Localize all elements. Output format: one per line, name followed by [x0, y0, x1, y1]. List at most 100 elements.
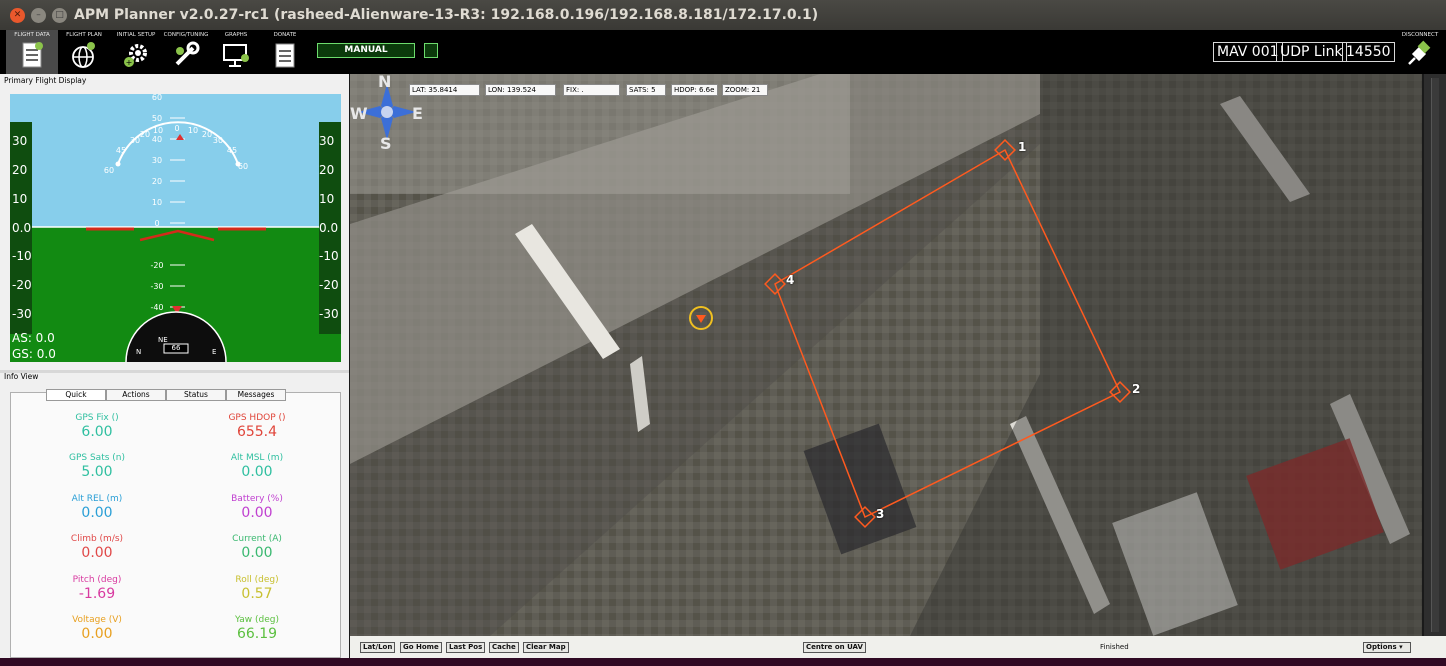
waypoint-1-label[interactable]: 1 — [1018, 140, 1026, 154]
clipboard-icon — [22, 42, 43, 68]
cell-label: Roll (deg) — [235, 575, 279, 585]
cache-button[interactable]: Cache — [489, 642, 519, 653]
info-view-panel: GPS Fix () 6.00 GPS HDOP () 655.4 GPS Sa… — [10, 392, 341, 658]
flight-plan-tab[interactable]: FLIGHT PLAN — [58, 30, 110, 74]
mav-id-box: MAV 001 — [1213, 42, 1283, 62]
wrench-icon — [175, 41, 200, 66]
tape-tick: 30 — [12, 134, 28, 148]
link-type-box: UDP Link — [1276, 42, 1347, 62]
tab-actions[interactable]: Actions — [106, 389, 166, 401]
tape-tick: -10 — [12, 249, 32, 263]
cell-value: 655.4 — [236, 424, 278, 440]
map-scrollbar[interactable] — [1424, 74, 1446, 636]
info-view-title: Info View — [4, 372, 39, 381]
disconnect-button[interactable]: DISCONNECT — [1398, 30, 1442, 74]
last-pos-button[interactable]: Last Pos — [446, 642, 486, 653]
left-panel: Primary Flight Display 60 50 40 30 20 10… — [0, 74, 349, 666]
pitch-label: -30 — [150, 282, 164, 291]
cell-label: Alt MSL (m) — [230, 453, 284, 463]
heading-readout: 66 — [171, 344, 181, 352]
minimize-window-button[interactable]: – — [31, 8, 46, 23]
tab-quick[interactable]: Quick — [46, 389, 106, 401]
waypoint-4-label[interactable]: 4 — [786, 273, 794, 287]
voltage-cell: Voltage (V) 0.00 — [27, 615, 167, 642]
options-dropdown[interactable]: Options ▾ — [1363, 642, 1411, 653]
main-toolbar: FLIGHT DATA FLIGHT PLAN INITIAL SETUP + … — [0, 30, 1446, 74]
plug-icon — [1408, 40, 1431, 65]
flight-data-tab[interactable]: FLIGHT DATA — [6, 30, 58, 74]
compass-letter-e: E — [212, 348, 217, 356]
title-bar: ✕ – □ APM Planner v2.0.27-rc1 (rasheed-A… — [0, 0, 1446, 30]
tape-tick: 10 — [12, 192, 28, 206]
cell-value: 0.00 — [81, 545, 113, 561]
compass-north: N — [378, 74, 392, 91]
cell-label: Climb (m/s) — [70, 534, 124, 544]
pfd-title: Primary Flight Display — [4, 76, 87, 85]
attitude-overlay — [10, 117, 341, 362]
hdop-readout: HDOP: 6.6e — [671, 84, 718, 96]
initial-setup-tab[interactable]: INITIAL SETUP + — [110, 30, 162, 74]
cell-label: GPS HDOP () — [228, 413, 286, 423]
groundspeed-readout: GS: 0.0 — [12, 347, 56, 361]
go-home-button[interactable]: Go Home — [400, 642, 442, 653]
latlon-button[interactable]: Lat/Lon — [360, 642, 396, 653]
centre-on-uav-button[interactable]: Centre on UAV — [803, 642, 866, 653]
map-view[interactable]: N S E W 1 2 3 4 — [350, 74, 1422, 636]
graphs-tab[interactable]: GRAPHS — [210, 30, 262, 74]
cell-label: Battery (%) — [231, 494, 283, 504]
cell-label: GPS Fix () — [75, 413, 119, 423]
tape-tick: 0.0 — [319, 221, 339, 235]
cell-value: 0.00 — [241, 545, 273, 561]
roll-label: 60 — [103, 166, 115, 175]
cell-label: Current (A) — [232, 534, 282, 544]
cell-value: -1.69 — [78, 586, 116, 602]
graphs-label: GRAPHS — [224, 32, 248, 38]
flight-data-label: FLIGHT DATA — [14, 32, 50, 38]
roll-label: 30 — [212, 136, 224, 145]
map-status-text: Finished — [1100, 643, 1129, 651]
maximize-window-button[interactable]: □ — [52, 8, 67, 23]
options-label: Options — [1366, 643, 1397, 651]
sats-readout: SATS: 5 — [626, 84, 666, 96]
roll-label: 45 — [115, 146, 127, 155]
window-title: APM Planner v2.0.27-rc1 (rasheed-Alienwa… — [74, 7, 819, 23]
panel-splitter[interactable] — [0, 370, 349, 373]
close-window-button[interactable]: ✕ — [10, 8, 25, 23]
tape-tick: 20 — [319, 163, 335, 177]
pitch-label: 0 — [154, 219, 160, 228]
yaw-cell: Yaw (deg) 66.19 — [187, 615, 327, 642]
donate-label: DONATE — [273, 32, 297, 38]
pitch-label: 60 — [151, 94, 163, 102]
compass-letter-ne: NE — [158, 336, 168, 344]
clear-map-button[interactable]: Clear Map — [523, 642, 569, 653]
tab-status[interactable]: Status — [166, 389, 226, 401]
pitch-label: -40 — [150, 303, 164, 312]
pitch-label: 50 — [151, 114, 163, 123]
gps-sats-cell: GPS Sats (n) 5.00 — [27, 453, 167, 480]
document-icon — [275, 43, 295, 68]
info-view-tabs: Quick Actions Status Messages — [46, 389, 286, 401]
cell-value: 0.57 — [241, 586, 273, 602]
cell-value: 0.00 — [241, 464, 273, 480]
compass-east: E — [412, 104, 423, 123]
roll-label: 45 — [226, 146, 238, 155]
donate-tab[interactable]: DONATE — [259, 30, 311, 74]
pitch-label: 30 — [151, 156, 163, 165]
pitch-label: -20 — [150, 261, 164, 270]
gps-hdop-cell: GPS HDOP () 655.4 — [187, 413, 327, 440]
tape-tick: 0.0 — [12, 221, 32, 235]
config-tuning-tab[interactable]: CONFIG/TUNING — [160, 30, 212, 74]
waypoint-3-label[interactable]: 3 — [876, 507, 884, 521]
tape-tick: -20 — [319, 278, 339, 292]
monitor-icon — [223, 44, 249, 67]
tape-tick: 20 — [12, 163, 28, 177]
terminal-strip — [0, 658, 1446, 666]
climb-cell: Climb (m/s) 0.00 — [27, 534, 167, 561]
chevron-down-icon: ▾ — [1399, 643, 1403, 651]
tab-messages[interactable]: Messages — [226, 389, 286, 401]
waypoint-2-label[interactable]: 2 — [1132, 382, 1140, 396]
armed-status-indicator — [424, 43, 438, 58]
pitch-label: 10 — [151, 198, 163, 207]
cell-label: Alt REL (m) — [71, 494, 123, 504]
lon-readout: LON: 139.524 — [485, 84, 556, 96]
